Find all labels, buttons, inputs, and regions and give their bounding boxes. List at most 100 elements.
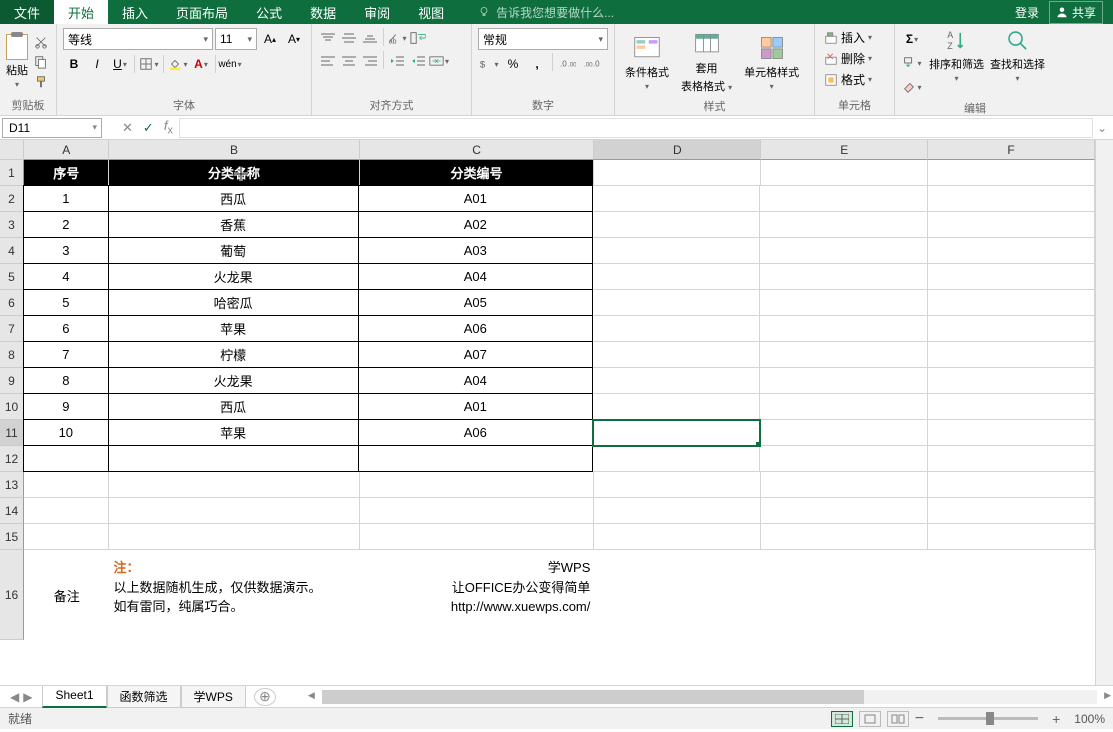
cell[interactable] bbox=[593, 238, 760, 264]
menu-home[interactable]: 开始 bbox=[54, 0, 108, 24]
cell[interactable] bbox=[760, 264, 927, 290]
cell[interactable]: 火龙果 bbox=[108, 367, 359, 394]
cell[interactable]: A06 bbox=[358, 315, 593, 342]
cell[interactable] bbox=[593, 290, 760, 316]
row-header-12[interactable]: 12 bbox=[0, 446, 24, 472]
cell[interactable] bbox=[594, 472, 761, 498]
accounting-format-button[interactable]: $ bbox=[478, 53, 500, 75]
cell[interactable]: 7 bbox=[23, 341, 109, 368]
cell[interactable] bbox=[360, 524, 595, 550]
cell[interactable]: 葡萄 bbox=[108, 237, 359, 264]
phonetic-button[interactable]: wén bbox=[219, 53, 241, 75]
row-header-2[interactable]: 2 bbox=[0, 186, 24, 212]
row-header-14[interactable]: 14 bbox=[0, 498, 24, 524]
sheet-tab-Sheet1[interactable]: Sheet1 bbox=[42, 686, 106, 708]
cell[interactable] bbox=[760, 212, 927, 238]
row-headers[interactable]: 12345678910111213141516 bbox=[0, 160, 24, 640]
cell[interactable]: 苹果 bbox=[108, 419, 359, 446]
cell[interactable]: 4 bbox=[23, 263, 109, 290]
comma-button[interactable]: , bbox=[526, 53, 548, 75]
cell[interactable] bbox=[928, 238, 1095, 264]
cell[interactable] bbox=[24, 498, 109, 524]
cell[interactable] bbox=[594, 160, 761, 186]
cell[interactable]: A04 bbox=[358, 263, 593, 290]
decrease-font-button[interactable]: A▾ bbox=[283, 28, 305, 50]
cell[interactable]: 火龙果 bbox=[108, 263, 359, 290]
sheet-tab-函数筛选[interactable]: 函数筛选 bbox=[107, 686, 181, 708]
cell[interactable]: A05 bbox=[358, 289, 593, 316]
cell[interactable] bbox=[761, 498, 928, 524]
row-header-5[interactable]: 5 bbox=[0, 264, 24, 290]
number-format-select[interactable]: 常规 bbox=[478, 28, 608, 50]
cell[interactable] bbox=[594, 524, 761, 550]
menu-data[interactable]: 数据 bbox=[296, 0, 350, 24]
cell[interactable] bbox=[928, 264, 1095, 290]
column-header-D[interactable]: D bbox=[594, 140, 761, 160]
cell[interactable] bbox=[760, 420, 927, 446]
cell[interactable]: 哈密瓜 bbox=[108, 289, 359, 316]
column-header-F[interactable]: F bbox=[928, 140, 1095, 160]
row-header-7[interactable]: 7 bbox=[0, 316, 24, 342]
cell[interactable] bbox=[108, 445, 359, 472]
row-header-4[interactable]: 4 bbox=[0, 238, 24, 264]
normal-view-button[interactable] bbox=[831, 711, 853, 727]
row-header-16[interactable]: 16 bbox=[0, 550, 24, 640]
cell[interactable] bbox=[760, 342, 927, 368]
zoom-in-button[interactable]: + bbox=[1052, 711, 1060, 727]
cell[interactable]: 西瓜 bbox=[108, 185, 359, 212]
cell[interactable]: 分类名称 bbox=[109, 160, 359, 186]
row-header-15[interactable]: 15 bbox=[0, 524, 24, 550]
cell[interactable]: 1 bbox=[23, 185, 109, 212]
align-top-button[interactable] bbox=[318, 28, 338, 48]
border-button[interactable] bbox=[138, 53, 160, 75]
cell[interactable] bbox=[593, 420, 760, 446]
column-header-C[interactable]: C bbox=[360, 140, 595, 160]
bold-button[interactable]: B bbox=[63, 53, 85, 75]
cell[interactable]: A01 bbox=[358, 185, 593, 212]
add-sheet-button[interactable]: ⊕ bbox=[254, 688, 276, 706]
menu-layout[interactable]: 页面布局 bbox=[162, 0, 242, 24]
menu-file[interactable]: 文件 bbox=[0, 0, 54, 24]
align-middle-button[interactable] bbox=[339, 28, 359, 48]
align-center-button[interactable] bbox=[339, 51, 359, 71]
cell[interactable] bbox=[24, 524, 109, 550]
table-format-button[interactable]: 套用 表格格式 ▾ bbox=[677, 28, 736, 96]
cell[interactable] bbox=[928, 472, 1095, 498]
cell[interactable] bbox=[928, 212, 1095, 238]
zoom-out-button[interactable]: − bbox=[915, 710, 924, 728]
fill-button[interactable] bbox=[901, 52, 923, 74]
cell[interactable] bbox=[760, 368, 927, 394]
select-all-corner[interactable] bbox=[0, 140, 24, 160]
increase-indent-button[interactable] bbox=[408, 51, 428, 71]
cell[interactable] bbox=[760, 446, 927, 472]
column-header-E[interactable]: E bbox=[761, 140, 928, 160]
tell-me-search[interactable]: 告诉我您想要做什么... bbox=[478, 4, 614, 21]
copy-button[interactable] bbox=[32, 53, 50, 71]
cell[interactable]: 10 bbox=[23, 419, 109, 446]
cell[interactable] bbox=[594, 498, 761, 524]
paste-button[interactable]: 粘贴 ▾ bbox=[6, 34, 28, 89]
sheet-nav-prev[interactable]: ◀ bbox=[10, 690, 19, 704]
login-link[interactable]: 登录 bbox=[1015, 4, 1039, 21]
menu-view[interactable]: 视图 bbox=[404, 0, 458, 24]
cell[interactable] bbox=[593, 394, 760, 420]
cell[interactable]: 9 bbox=[23, 393, 109, 420]
clear-button[interactable] bbox=[901, 76, 923, 98]
cell[interactable] bbox=[760, 238, 927, 264]
cell[interactable]: 分类编号 bbox=[360, 160, 595, 186]
page-layout-view-button[interactable] bbox=[859, 711, 881, 727]
cell[interactable]: 备注 bbox=[24, 550, 110, 640]
cell[interactable] bbox=[760, 394, 927, 420]
cell[interactable]: 柠檬 bbox=[108, 341, 359, 368]
menu-review[interactable]: 审阅 bbox=[350, 0, 404, 24]
delete-cells-button[interactable]: 删除 ▾ bbox=[821, 49, 888, 68]
cell[interactable]: 香蕉 bbox=[108, 211, 359, 238]
zoom-slider[interactable] bbox=[938, 717, 1038, 720]
cell[interactable]: 学WPS让OFFICE办公变得简单http://www.xuewps.com/ bbox=[360, 550, 595, 640]
cell[interactable]: 苹果 bbox=[108, 315, 359, 342]
cell[interactable] bbox=[928, 394, 1095, 420]
orientation-button[interactable]: ab bbox=[387, 28, 407, 48]
cell[interactable] bbox=[360, 498, 595, 524]
menu-formula[interactable]: 公式 bbox=[242, 0, 296, 24]
row-header-3[interactable]: 3 bbox=[0, 212, 24, 238]
